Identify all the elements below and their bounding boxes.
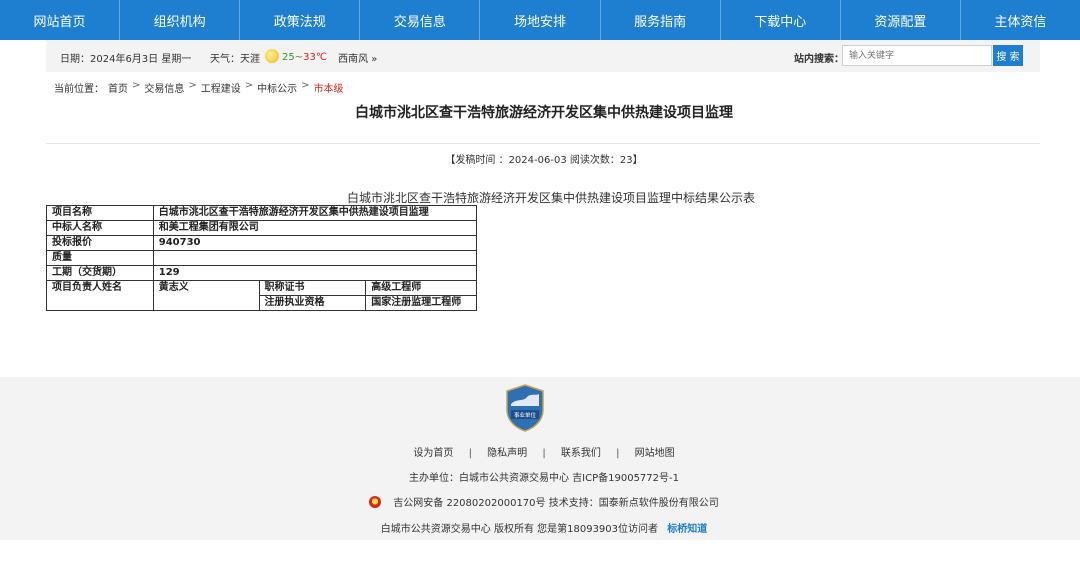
footer: 事业单位 设为首页 | 隐私声明 | 联系我们 | 网站地图 主办单位：白城市公… xyxy=(0,377,1080,540)
wind-text[interactable]: 西南风 » xyxy=(338,50,377,65)
table-value-cell xyxy=(152,250,478,266)
table-value-cell: 和美工程集团有限公司 xyxy=(152,220,478,236)
table-row: 中标人名称 和美工程集团有限公司 xyxy=(46,220,478,236)
nav-item-policy[interactable]: 政策法规 xyxy=(240,0,361,40)
weather-label: 天气：天涯 xyxy=(210,54,260,65)
search-label: 站内搜索： xyxy=(794,54,844,65)
table-value-cell: 黄志义 xyxy=(152,280,260,311)
temp-low: 25 xyxy=(282,52,295,63)
footer-link-sitemap[interactable]: 网站地图 xyxy=(635,448,675,459)
footer-police-text: 吉公网安备 22080202000170号 技术支持：国泰新点软件股份有限公司 xyxy=(393,498,719,509)
footer-link-contact[interactable]: 联系我们 xyxy=(561,448,601,459)
breadcrumb-separator: > xyxy=(244,80,254,91)
badge-text: 事业单位 xyxy=(514,411,537,419)
nav-item-home[interactable]: 网站首页 xyxy=(0,0,121,40)
breadcrumb-separator: > xyxy=(132,80,141,91)
bottom-strip xyxy=(0,540,1080,563)
page-title: 白城市洮北区查干浩特旅游经济开发区集中供热建设项目监理 xyxy=(355,105,733,121)
breadcrumb: 当前位置： 首页 > 交易信息 > 工程建设 > 中标公示 > 市本级 xyxy=(54,80,344,95)
footer-link-separator: | xyxy=(542,448,546,459)
sun-icon xyxy=(265,49,279,63)
nav-item-service-guide[interactable]: 服务指南 xyxy=(601,0,721,40)
footer-link-separator: | xyxy=(616,448,620,459)
weather: 天气：天涯 25~33℃ 西南风 » xyxy=(210,49,377,65)
nav-item-venue[interactable]: 场地安排 xyxy=(480,0,601,40)
police-emblem-icon[interactable] xyxy=(369,496,382,508)
breadcrumb-prefix: 当前位置： xyxy=(54,84,104,95)
table-label-cell: 中标人名称 xyxy=(46,220,154,236)
result-table: 项目名称 白城市洮北区查干浩特旅游经济开发区集中供热建设项目监理 中标人名称 和… xyxy=(46,205,478,311)
top-nav: 网站首页 组织机构 政策法规 交易信息 场地安排 服务指南 下载中心 资源配置 … xyxy=(0,0,1080,40)
table-value-cell: 940730 xyxy=(152,235,478,251)
breadcrumb-separator: > xyxy=(188,80,197,91)
footer-copyright-row: 白城市公共资源交易中心 版权所有 您是第18093903位访问者 标桥知道 xyxy=(0,520,1080,535)
table-label-cell: 项目负责人姓名 xyxy=(46,280,154,311)
breadcrumb-current[interactable]: 市本级 xyxy=(314,80,344,95)
table-caption: 白城市洮北区查干浩特旅游经济开发区集中供热建设项目监理中标结果公示表 xyxy=(346,191,755,205)
table-row: 项目名称 白城市洮北区查干浩特旅游经济开发区集中供热建设项目监理 xyxy=(46,205,478,221)
breadcrumb-home[interactable]: 首页 xyxy=(108,80,128,95)
breadcrumb-trade-info[interactable]: 交易信息 xyxy=(144,80,184,95)
table-row: 工期（交货期） 129 xyxy=(46,265,478,281)
nav-item-organization[interactable]: 组织机构 xyxy=(120,0,241,40)
table-label-cell: 质量 xyxy=(46,250,154,266)
search-input[interactable] xyxy=(842,45,992,66)
search-button[interactable]: 搜 索 xyxy=(993,45,1023,66)
nav-item-credit[interactable]: 主体资信 xyxy=(961,0,1080,40)
footer-link-set-home[interactable]: 设为首页 xyxy=(413,448,453,459)
info-bar: 日期：2024年6月3日 星期一 天气：天涯 25~33℃ 西南风 » 站内搜索… xyxy=(46,40,1040,72)
page: 网站首页 组织机构 政策法规 交易信息 场地安排 服务指南 下载中心 资源配置 … xyxy=(0,0,1080,563)
table-value-cell: 国家注册监理工程师 xyxy=(365,295,477,311)
table-value-cell: 129 xyxy=(152,265,478,281)
public-institution-badge-icon[interactable]: 事业单位 xyxy=(505,384,545,432)
table-label-cell: 项目名称 xyxy=(46,205,154,221)
table-label-cell: 职称证书 xyxy=(258,280,367,296)
temperature: 25~33℃ xyxy=(282,52,327,63)
date-text: 日期：2024年6月3日 星期一 xyxy=(60,54,192,65)
breadcrumb-award-notice[interactable]: 中标公示 xyxy=(257,80,297,95)
divider xyxy=(46,143,1040,144)
table-value-cell: 高级工程师 xyxy=(365,280,477,296)
table-label-cell: 工期（交货期） xyxy=(46,265,154,281)
table-label-cell: 投标报价 xyxy=(46,235,154,251)
temp-sep: ~ xyxy=(294,52,304,63)
footer-host: 主办单位：白城市公共资源交易中心 吉ICP备19005772号-1 xyxy=(408,473,679,484)
nav-item-download[interactable]: 下载中心 xyxy=(721,0,841,40)
article-meta: 【发稿时间 ：2024-06-03 阅读次数：23】 xyxy=(445,155,643,166)
footer-link-separator: | xyxy=(468,448,472,459)
table-row: 投标报价 940730 xyxy=(46,235,478,251)
temp-high: 33℃ xyxy=(303,52,328,63)
table-value-cell: 白城市洮北区查干浩特旅游经济开发区集中供热建设项目监理 xyxy=(152,205,478,221)
footer-police-row: 吉公网安备 22080202000170号 技术支持：国泰新点软件股份有限公司 xyxy=(0,494,1080,509)
footer-link-privacy[interactable]: 隐私声明 xyxy=(487,448,527,459)
nav-item-resources[interactable]: 资源配置 xyxy=(841,0,961,40)
breadcrumb-construction[interactable]: 工程建设 xyxy=(201,80,241,95)
breadcrumb-separator: > xyxy=(301,80,310,91)
table-row: 项目负责人姓名 黄志义 职称证书 高级工程师 xyxy=(46,280,477,311)
table-row: 质量 xyxy=(46,250,478,266)
footer-copyright-link[interactable]: 标桥知道 xyxy=(667,524,707,535)
table-label-cell: 注册执业资格 xyxy=(258,295,367,311)
nav-item-trade-info[interactable]: 交易信息 xyxy=(360,0,481,40)
footer-links: 设为首页 | 隐私声明 | 联系我们 | 网站地图 xyxy=(0,444,1080,459)
footer-copyright: 白城市公共资源交易中心 版权所有 您是第18093903位访问者 xyxy=(380,524,659,535)
